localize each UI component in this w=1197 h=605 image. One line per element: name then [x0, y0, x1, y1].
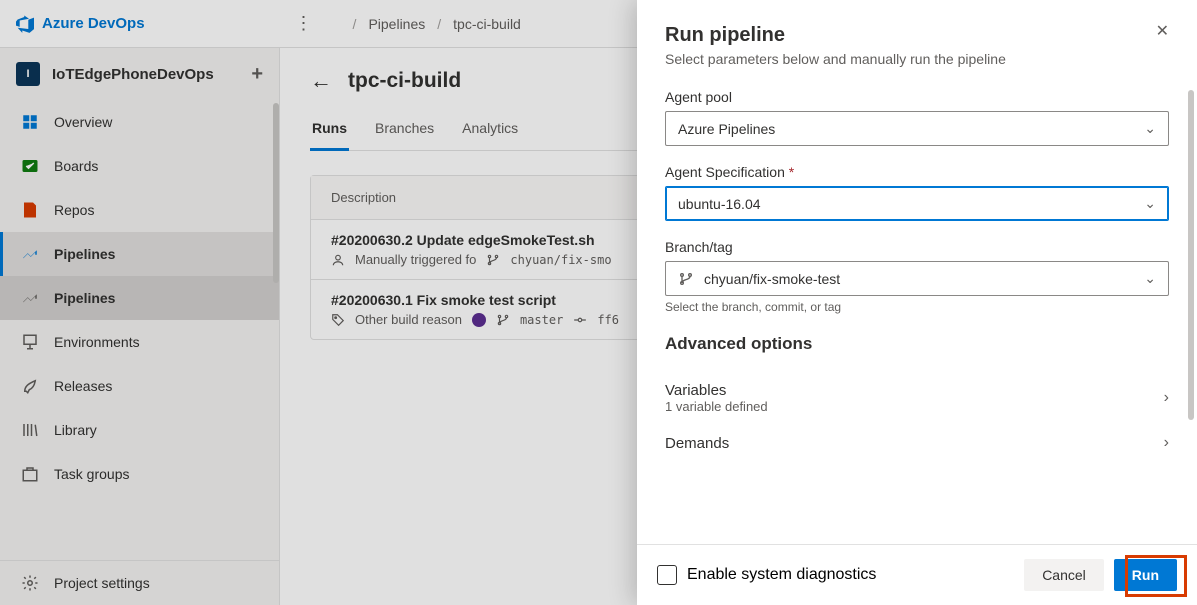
- agent-spec-value: ubuntu-16.04: [678, 196, 761, 212]
- close-icon[interactable]: ✕: [1156, 24, 1169, 40]
- pipelines-icon: [20, 244, 40, 264]
- tag-icon: [331, 313, 345, 327]
- run-commit: ff6: [597, 313, 619, 327]
- run-branch: master: [520, 313, 563, 327]
- kebab-menu-icon[interactable]: ⋮: [295, 13, 313, 34]
- gear-icon: [20, 573, 40, 593]
- breadcrumb-sep: /: [353, 16, 357, 32]
- tab-branches[interactable]: Branches: [373, 112, 436, 150]
- sidebar-item-repos[interactable]: Repos: [0, 188, 279, 232]
- run-pipeline-panel: Run pipeline Select parameters below and…: [637, 0, 1197, 605]
- agent-spec-label: Agent Specification *: [665, 164, 1169, 180]
- panel-scrollbar[interactable]: [1188, 90, 1194, 420]
- project-name: IoTEdgePhoneDevOps: [52, 66, 214, 83]
- back-arrow-icon[interactable]: ←: [310, 68, 332, 94]
- sidebar-item-environments[interactable]: Environments: [0, 320, 279, 364]
- pipeline-title: tpc-ci-build: [348, 69, 461, 93]
- sidebar-item-pipelines-sub[interactable]: Pipelines: [0, 276, 279, 320]
- chevron-down-icon: ⌄: [1144, 195, 1156, 212]
- repos-icon: [20, 200, 40, 220]
- sidebar-item-label: Environments: [54, 334, 140, 350]
- person-icon: [331, 253, 345, 267]
- sidebar-item-pipelines[interactable]: Pipelines: [0, 232, 279, 276]
- breadcrumb-pipeline-name[interactable]: tpc-ci-build: [453, 16, 521, 32]
- sidebar-item-releases[interactable]: Releases: [0, 364, 279, 408]
- releases-icon: [20, 376, 40, 396]
- agent-pool-label: Agent pool: [665, 89, 1169, 105]
- diagnostics-label: Enable system diagnostics: [687, 566, 876, 584]
- app-logo[interactable]: Azure DevOps: [16, 15, 145, 33]
- sidebar: I IoTEdgePhoneDevOps + Overview Boards R…: [0, 48, 280, 605]
- branch-icon: [486, 253, 500, 267]
- branch-label: Branch/tag: [665, 239, 1169, 255]
- task-groups-icon: [20, 464, 40, 484]
- breadcrumb-pipelines[interactable]: Pipelines: [368, 16, 425, 32]
- branch-icon: [678, 271, 694, 287]
- pipelines-sub-icon: [20, 288, 40, 308]
- run-trigger: Manually triggered fo: [355, 252, 476, 267]
- sidebar-item-overview[interactable]: Overview: [0, 100, 279, 144]
- agent-pool-value: Azure Pipelines: [678, 121, 775, 137]
- sidebar-item-label: Pipelines: [54, 290, 115, 306]
- chevron-down-icon: ⌄: [1144, 270, 1156, 287]
- agent-spec-select[interactable]: ubuntu-16.04 ⌄: [665, 186, 1169, 221]
- breadcrumb: / Pipelines / tpc-ci-build: [353, 16, 521, 32]
- branch-select[interactable]: chyuan/fix-smoke-test ⌄: [665, 261, 1169, 296]
- branch-helper: Select the branch, commit, or tag: [665, 300, 1169, 314]
- sidebar-item-label: Pipelines: [54, 246, 115, 262]
- breadcrumb-sep: /: [437, 16, 441, 32]
- sidebar-item-label: Boards: [54, 158, 98, 174]
- sidebar-item-label: Project settings: [54, 575, 150, 591]
- variables-title: Variables: [665, 382, 768, 399]
- sidebar-item-label: Task groups: [54, 466, 129, 482]
- run-branch: chyuan/fix-smo: [510, 253, 611, 267]
- commit-icon: [573, 313, 587, 327]
- chevron-right-icon: ›: [1164, 389, 1169, 407]
- environments-icon: [20, 332, 40, 352]
- diagnostics-checkbox[interactable]: [657, 565, 677, 585]
- variables-sub: 1 variable defined: [665, 399, 768, 414]
- panel-footer: Enable system diagnostics Cancel Run: [637, 544, 1197, 605]
- demands-title: Demands: [665, 435, 729, 452]
- sidebar-item-library[interactable]: Library: [0, 408, 279, 452]
- tab-runs[interactable]: Runs: [310, 112, 349, 151]
- tab-analytics[interactable]: Analytics: [460, 112, 520, 150]
- sidebar-item-task-groups[interactable]: Task groups: [0, 452, 279, 496]
- run-trigger: Other build reason: [355, 312, 462, 327]
- library-icon: [20, 420, 40, 440]
- project-icon: I: [16, 62, 40, 86]
- sidebar-item-project-settings[interactable]: Project settings: [0, 561, 279, 605]
- sidebar-item-label: Repos: [54, 202, 94, 218]
- overview-icon: [20, 112, 40, 132]
- chevron-down-icon: ⌄: [1144, 120, 1156, 137]
- project-header[interactable]: I IoTEdgePhoneDevOps +: [0, 48, 279, 100]
- branch-icon: [496, 313, 510, 327]
- cancel-button[interactable]: Cancel: [1024, 559, 1104, 591]
- sidebar-scrollbar[interactable]: [273, 103, 279, 283]
- diagnostics-checkbox-row[interactable]: Enable system diagnostics: [657, 565, 876, 585]
- sidebar-item-label: Releases: [54, 378, 112, 394]
- sidebar-item-label: Library: [54, 422, 97, 438]
- azure-devops-icon: [16, 15, 34, 33]
- variables-row[interactable]: Variables 1 variable defined ›: [665, 372, 1169, 424]
- sidebar-item-label: Overview: [54, 114, 112, 130]
- branch-value: chyuan/fix-smoke-test: [704, 271, 840, 287]
- chevron-right-icon: ›: [1164, 434, 1169, 452]
- panel-subtitle: Select parameters below and manually run…: [665, 51, 1006, 67]
- advanced-heading: Advanced options: [665, 334, 1169, 354]
- demands-row[interactable]: Demands ›: [665, 424, 1169, 462]
- panel-title: Run pipeline: [665, 24, 1006, 47]
- avatar-icon: [472, 313, 486, 327]
- sidebar-item-boards[interactable]: Boards: [0, 144, 279, 188]
- app-name: Azure DevOps: [42, 15, 145, 32]
- agent-pool-select[interactable]: Azure Pipelines ⌄: [665, 111, 1169, 146]
- run-button[interactable]: Run: [1114, 559, 1177, 591]
- panel-body: Run pipeline Select parameters below and…: [637, 0, 1197, 544]
- add-icon[interactable]: +: [251, 63, 263, 86]
- boards-icon: [20, 156, 40, 176]
